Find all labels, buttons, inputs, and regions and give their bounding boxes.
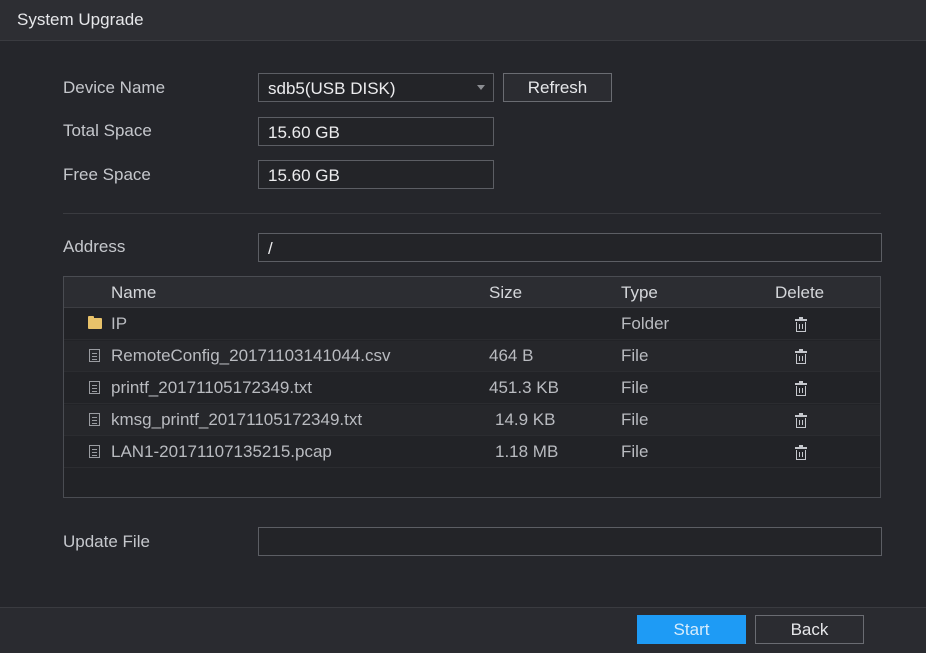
refresh-button[interactable]: Refresh — [503, 73, 612, 102]
total-space-field: 15.60 GB — [258, 117, 494, 146]
file-size: 451.3 KB — [489, 378, 559, 397]
trash-icon[interactable] — [795, 413, 807, 428]
file-icon — [89, 381, 100, 394]
file-type: File — [621, 410, 649, 429]
table-row[interactable]: RemoteConfig_20171103141044.csv 464 B Fi… — [64, 341, 880, 372]
back-button[interactable]: Back — [755, 615, 864, 644]
file-name: RemoteConfig_20171103141044.csv — [111, 346, 391, 365]
address-label: Address — [63, 237, 126, 256]
update-file-label: Update File — [63, 532, 150, 551]
trash-icon[interactable] — [795, 445, 807, 460]
file-type: File — [621, 442, 649, 461]
column-header-type[interactable]: Type — [621, 283, 658, 303]
device-name-value: sdb5(USB DISK) — [268, 79, 396, 98]
file-type: File — [621, 378, 649, 397]
table-row[interactable]: LAN1-20171107135215.pcap 1.18 MB File — [64, 437, 880, 468]
total-space-label: Total Space — [63, 121, 152, 140]
table-row[interactable]: printf_20171105172349.txt 451.3 KB File — [64, 373, 880, 404]
update-file-input[interactable] — [258, 527, 882, 556]
free-space-label: Free Space — [63, 165, 151, 184]
trash-icon[interactable] — [795, 381, 807, 396]
file-name: printf_20171105172349.txt — [111, 378, 313, 397]
column-header-name[interactable]: Name — [111, 283, 156, 303]
chevron-down-icon — [477, 85, 485, 90]
table-header: Name Size Type Delete — [64, 277, 880, 308]
file-type: File — [621, 346, 649, 365]
file-icon — [89, 413, 100, 426]
file-icon — [89, 445, 100, 458]
table-row[interactable]: IP Folder — [64, 309, 880, 340]
table-row[interactable]: kmsg_printf_20171105172349.txt 14.9 KB F… — [64, 405, 880, 436]
column-header-size[interactable]: Size — [489, 283, 522, 303]
file-size: 1.18 MB — [495, 442, 559, 461]
file-type: Folder — [621, 314, 670, 333]
file-table: Name Size Type Delete IP Folder RemoteCo… — [63, 276, 881, 498]
file-icon — [89, 349, 100, 362]
file-size: 464 B — [489, 346, 534, 365]
file-name: LAN1-20171107135215.pcap — [111, 442, 332, 461]
dialog-title: System Upgrade — [17, 10, 144, 29]
free-space-field: 15.60 GB — [258, 160, 494, 189]
start-button[interactable]: Start — [637, 615, 746, 644]
trash-icon[interactable] — [795, 317, 807, 332]
address-input[interactable]: / — [258, 233, 882, 262]
file-size: 14.9 KB — [495, 410, 556, 429]
section-divider — [63, 213, 881, 214]
column-header-delete: Delete — [775, 283, 825, 302]
file-name: kmsg_printf_20171105172349.txt — [111, 410, 363, 429]
device-name-select[interactable]: sdb5(USB DISK) — [258, 73, 494, 102]
title-bar: System Upgrade — [0, 0, 926, 41]
system-upgrade-dialog: System Upgrade Device Name sdb5(USB DISK… — [0, 0, 926, 653]
trash-icon[interactable] — [795, 349, 807, 364]
folder-icon — [88, 316, 102, 329]
file-name: IP — [111, 314, 128, 333]
device-name-label: Device Name — [63, 78, 166, 97]
